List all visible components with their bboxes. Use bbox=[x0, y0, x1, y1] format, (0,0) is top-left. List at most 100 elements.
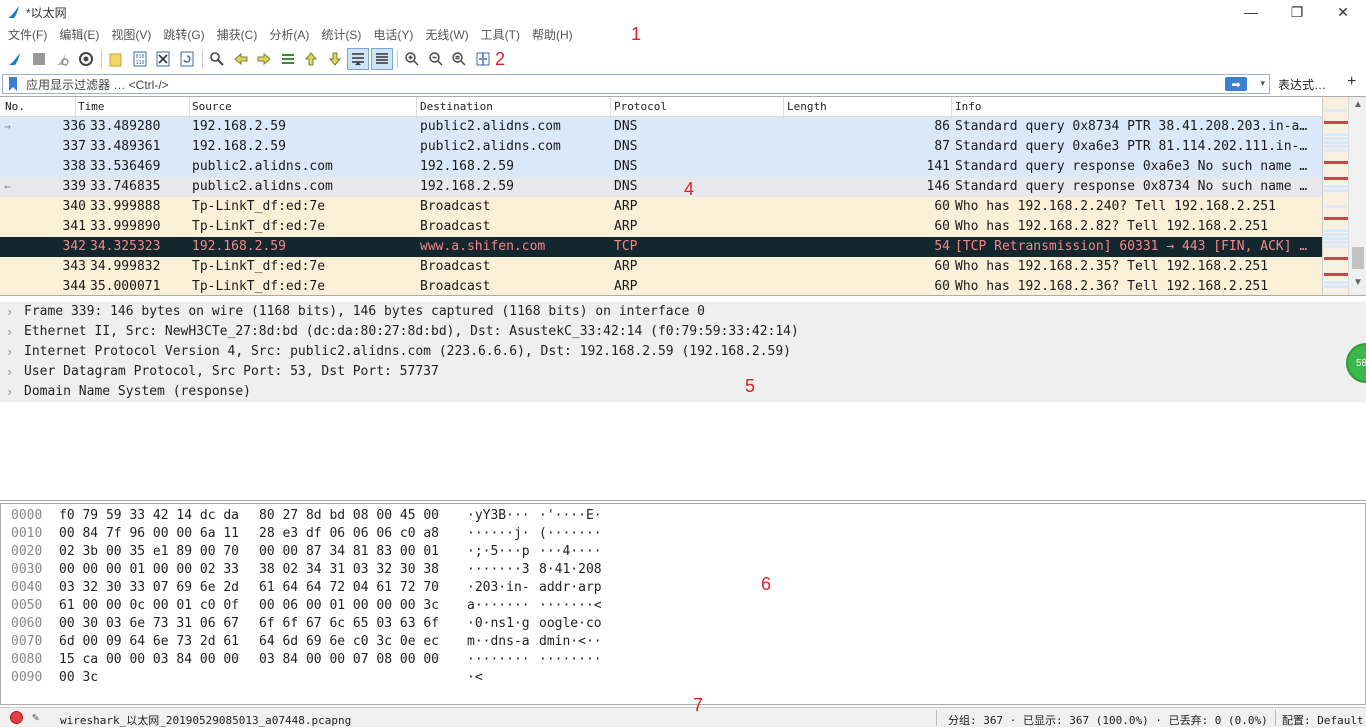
ascii-bytes[interactable]: dmin·<·· bbox=[539, 633, 602, 651]
ascii-bytes[interactable]: ·< bbox=[467, 669, 483, 687]
ascii-bytes[interactable]: ···4···· bbox=[539, 543, 602, 561]
expression-button[interactable]: 表达式… bbox=[1278, 76, 1326, 93]
resize-columns-button[interactable] bbox=[472, 48, 494, 70]
ascii-bytes[interactable]: ········ bbox=[539, 651, 602, 669]
hex-bytes[interactable]: 00 84 7f 96 00 00 6a 11 bbox=[59, 525, 239, 543]
hex-bytes[interactable]: 03 84 00 00 07 08 00 00 bbox=[259, 651, 439, 669]
column-header-protocol[interactable]: Protocol bbox=[614, 100, 667, 113]
menu-go[interactable]: 跳转(G) bbox=[157, 24, 210, 46]
menu-capture[interactable]: 捕获(C) bbox=[211, 24, 264, 46]
menu-edit[interactable]: 编辑(E) bbox=[53, 24, 105, 46]
packet-row[interactable]: 341 33.999890 Tp-LinkT_df:ed:7e Broadcas… bbox=[0, 217, 1322, 237]
ascii-bytes[interactable]: ·'····E· bbox=[539, 507, 602, 525]
minimize-button[interactable]: — bbox=[1228, 0, 1274, 24]
expert-info-status-icon[interactable] bbox=[10, 711, 23, 724]
ascii-bytes[interactable]: ········ bbox=[467, 651, 530, 669]
column-divider[interactable] bbox=[189, 97, 190, 117]
packet-row[interactable]: 344 35.000071 Tp-LinkT_df:ed:7e Broadcas… bbox=[0, 277, 1322, 295]
start-capture-button[interactable] bbox=[4, 48, 26, 70]
column-header-length[interactable]: Length bbox=[787, 100, 827, 113]
detail-tree-item-frame[interactable]: › Frame 339: 146 bytes on wire (1168 bit… bbox=[0, 302, 1366, 322]
expand-arrow-icon[interactable]: › bbox=[6, 322, 13, 342]
first-packet-button[interactable] bbox=[300, 48, 322, 70]
column-divider[interactable] bbox=[610, 97, 611, 117]
hex-bytes[interactable]: 6f 6f 67 6c 65 03 63 6f bbox=[259, 615, 439, 633]
packet-row[interactable]: 343 34.999832 Tp-LinkT_df:ed:7e Broadcas… bbox=[0, 257, 1322, 277]
column-divider[interactable] bbox=[951, 97, 952, 117]
hex-bytes[interactable]: 15 ca 00 00 03 84 00 00 bbox=[59, 651, 239, 669]
zoom-in-button[interactable] bbox=[401, 48, 423, 70]
hex-bytes[interactable]: 02 3b 00 35 e1 89 00 70 bbox=[59, 543, 239, 561]
detail-tree-item-dns[interactable]: › Domain Name System (response) bbox=[0, 382, 1366, 402]
open-file-button[interactable] bbox=[105, 48, 127, 70]
ascii-bytes[interactable]: 8·41·208 bbox=[539, 561, 602, 579]
packet-row[interactable]: 337 33.489361 192.168.2.59 public2.alidn… bbox=[0, 137, 1322, 157]
packet-row[interactable]: ← 339 33.746835 public2.alidns.com 192.1… bbox=[0, 177, 1322, 197]
expand-arrow-icon[interactable]: › bbox=[6, 342, 13, 362]
filter-history-dropdown[interactable]: ▾ bbox=[1260, 78, 1265, 89]
hex-bytes[interactable]: 00 06 00 01 00 00 00 3c bbox=[259, 597, 439, 615]
detail-tree-item-udp[interactable]: › User Datagram Protocol, Src Port: 53, … bbox=[0, 362, 1366, 382]
column-header-source[interactable]: Source bbox=[192, 100, 232, 113]
close-button[interactable]: ✕ bbox=[1320, 0, 1366, 24]
hex-bytes[interactable]: 64 6d 69 6e c0 3c 0e ec bbox=[259, 633, 439, 651]
go-back-button[interactable] bbox=[230, 48, 252, 70]
menu-help[interactable]: 帮助(H) bbox=[526, 24, 579, 46]
close-file-button[interactable] bbox=[152, 48, 174, 70]
ascii-bytes[interactable]: a······· bbox=[467, 597, 530, 615]
ascii-bytes[interactable]: oogle·co bbox=[539, 615, 602, 633]
ascii-bytes[interactable]: addr·arp bbox=[539, 579, 602, 597]
capture-options-button[interactable] bbox=[75, 48, 97, 70]
scrollbar-thumb[interactable] bbox=[1352, 247, 1364, 269]
ascii-bytes[interactable]: ·;·5···p bbox=[467, 543, 530, 561]
column-divider[interactable] bbox=[416, 97, 417, 117]
hex-bytes[interactable]: 03 32 30 33 07 69 6e 2d bbox=[59, 579, 239, 597]
hex-bytes[interactable]: 61 00 00 0c 00 01 c0 0f bbox=[59, 597, 239, 615]
column-header-time[interactable]: Time bbox=[78, 100, 105, 113]
hex-bytes[interactable]: 00 3c bbox=[59, 669, 98, 687]
ascii-bytes[interactable]: ·203·in- bbox=[467, 579, 530, 597]
last-packet-button[interactable] bbox=[324, 48, 346, 70]
expand-arrow-icon[interactable]: › bbox=[6, 302, 13, 322]
stop-capture-button[interactable] bbox=[28, 48, 50, 70]
auto-scroll-button[interactable] bbox=[347, 48, 369, 70]
menu-view[interactable]: 视图(V) bbox=[105, 24, 157, 46]
detail-tree-item-ip[interactable]: › Internet Protocol Version 4, Src: publ… bbox=[0, 342, 1366, 362]
add-filter-button-button[interactable]: + bbox=[1347, 73, 1356, 91]
scroll-down-arrow-icon[interactable]: ▼ bbox=[1349, 277, 1366, 293]
zoom-out-button[interactable] bbox=[425, 48, 447, 70]
column-divider[interactable] bbox=[75, 97, 76, 117]
ascii-bytes[interactable]: (······· bbox=[539, 525, 602, 543]
ascii-bytes[interactable]: ······j· bbox=[467, 525, 530, 543]
ascii-bytes[interactable]: ·0·ns1·g bbox=[467, 615, 530, 633]
restart-capture-button[interactable] bbox=[51, 48, 73, 70]
column-divider[interactable] bbox=[783, 97, 784, 117]
hex-bytes[interactable]: 80 27 8d bd 08 00 45 00 bbox=[259, 507, 439, 525]
maximize-button[interactable]: ❐ bbox=[1274, 0, 1320, 24]
menu-analyze[interactable]: 分析(A) bbox=[263, 24, 315, 46]
go-to-packet-button[interactable] bbox=[277, 48, 299, 70]
packet-list-scrollbar[interactable]: ▲ ▼ bbox=[1348, 97, 1366, 295]
configuration-profile[interactable]: 配置: Default bbox=[1282, 712, 1364, 728]
expand-arrow-icon[interactable]: › bbox=[6, 362, 13, 382]
ascii-bytes[interactable]: m··dns-a bbox=[467, 633, 530, 651]
menu-statistics[interactable]: 统计(S) bbox=[315, 24, 367, 46]
packet-row[interactable]: 338 33.536469 public2.alidns.com 192.168… bbox=[0, 157, 1322, 177]
display-filter-input[interactable]: 应用显示过滤器 … <Ctrl-/> ➡ ▾ bbox=[2, 74, 1270, 94]
column-header-info[interactable]: Info bbox=[955, 100, 982, 113]
menu-tools[interactable]: 工具(T) bbox=[475, 24, 526, 46]
hex-bytes[interactable]: 61 64 64 72 04 61 72 70 bbox=[259, 579, 439, 597]
packet-minimap[interactable] bbox=[1322, 97, 1348, 295]
apply-filter-button[interactable]: ➡ bbox=[1225, 77, 1247, 91]
edit-comment-icon[interactable]: ✎ bbox=[32, 710, 39, 724]
hex-bytes[interactable]: f0 79 59 33 42 14 dc da bbox=[59, 507, 239, 525]
hex-bytes[interactable]: 00 00 87 34 81 83 00 01 bbox=[259, 543, 439, 561]
hex-bytes[interactable]: 6d 00 09 64 6e 73 2d 61 bbox=[59, 633, 239, 651]
go-forward-button[interactable] bbox=[253, 48, 275, 70]
ascii-bytes[interactable]: ·yY3B··· bbox=[467, 507, 530, 525]
menu-wireless[interactable]: 无线(W) bbox=[419, 24, 474, 46]
menu-file[interactable]: 文件(F) bbox=[2, 24, 53, 46]
scroll-up-arrow-icon[interactable]: ▲ bbox=[1349, 99, 1366, 115]
packet-row[interactable]: → 336 33.489280 192.168.2.59 public2.ali… bbox=[0, 117, 1322, 137]
reload-file-button[interactable] bbox=[176, 48, 198, 70]
